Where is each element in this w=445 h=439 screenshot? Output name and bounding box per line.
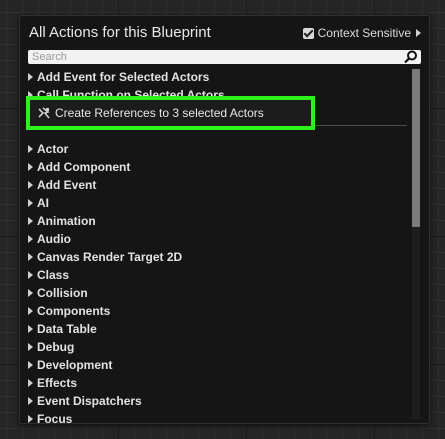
expand-arrow-icon[interactable] [28, 253, 33, 261]
category-item[interactable]: Audio [27, 230, 407, 248]
category-item[interactable]: Add Event [27, 176, 407, 194]
create-references-label: Create References to 3 selected Actors [55, 106, 264, 120]
category-label: Actor [37, 142, 69, 156]
category-label: Class [37, 268, 70, 282]
expand-arrow-icon[interactable] [28, 73, 33, 81]
category-item[interactable]: Event Dispatchers [27, 392, 407, 410]
expand-arrow-icon[interactable] [28, 145, 33, 153]
expand-arrow-icon[interactable] [28, 397, 33, 405]
category-label: AI [37, 196, 49, 210]
list-item-label: Add Event for Selected Actors [37, 70, 210, 84]
list-item[interactable]: Add Event for Selected Actors [27, 68, 407, 86]
search-icon[interactable] [403, 50, 419, 64]
context-sensitive-label: Context Sensitive [317, 26, 411, 40]
expand-arrow-icon[interactable] [28, 325, 33, 333]
category-label: Canvas Render Target 2D [37, 250, 183, 264]
category-label: Event Dispatchers [37, 394, 142, 408]
expand-arrow-icon[interactable] [28, 235, 33, 243]
expand-arrow-icon[interactable] [28, 199, 33, 207]
category-label: Add Component [37, 160, 131, 174]
menu-title: All Actions for this Blueprint [29, 24, 211, 41]
category-label: Development [37, 358, 113, 372]
category-label: Effects [37, 376, 78, 390]
category-item[interactable]: Development [27, 356, 407, 374]
expand-arrow-icon[interactable] [28, 379, 33, 387]
category-label: Add Event [37, 178, 97, 192]
category-label: Components [37, 304, 111, 318]
expand-arrow-icon[interactable] [28, 343, 33, 351]
category-item[interactable]: Add Component [27, 158, 407, 176]
category-item[interactable]: AI [27, 194, 407, 212]
expand-arrow-icon[interactable] [28, 217, 33, 225]
category-label: Debug [37, 340, 75, 354]
expand-arrow-icon[interactable] [28, 181, 33, 189]
category-item[interactable]: Class [27, 266, 407, 284]
expand-arrow-icon[interactable] [28, 361, 33, 369]
category-label: Animation [37, 214, 96, 228]
category-item[interactable]: Canvas Render Target 2D [27, 248, 407, 266]
expand-arrow-icon[interactable] [28, 271, 33, 279]
search-box[interactable] [28, 50, 421, 64]
category-label: Focus [37, 412, 73, 423]
expand-arrow-icon[interactable] [28, 163, 33, 171]
expand-arrow-icon[interactable] [28, 307, 33, 315]
create-references-item[interactable]: Create References to 3 selected Actors [26, 96, 315, 130]
category-item[interactable]: Focus [27, 410, 407, 423]
category-item[interactable]: Components [27, 302, 407, 320]
reference-icon [38, 107, 50, 119]
category-item[interactable]: Actor [27, 140, 407, 158]
search-input[interactable] [28, 50, 402, 64]
category-item[interactable]: Collision [27, 284, 407, 302]
category-item[interactable]: Animation [27, 212, 407, 230]
category-label: Audio [37, 232, 71, 246]
category-label: Collision [37, 286, 88, 300]
category-label: Data Table [37, 322, 97, 336]
blueprint-action-menu: All Actions for this Blueprint Context S… [19, 15, 430, 424]
context-sensitive-toggle[interactable]: Context Sensitive [302, 26, 421, 40]
scrollbar[interactable] [412, 69, 420, 419]
scrollbar-thumb[interactable] [412, 69, 420, 227]
chevron-right-icon[interactable] [416, 29, 421, 37]
category-item[interactable]: Effects [27, 374, 407, 392]
expand-arrow-icon[interactable] [28, 289, 33, 297]
category-item[interactable]: Debug [27, 338, 407, 356]
context-sensitive-checkbox[interactable] [302, 27, 314, 39]
category-item[interactable]: Data Table [27, 320, 407, 338]
expand-arrow-icon[interactable] [28, 415, 33, 423]
